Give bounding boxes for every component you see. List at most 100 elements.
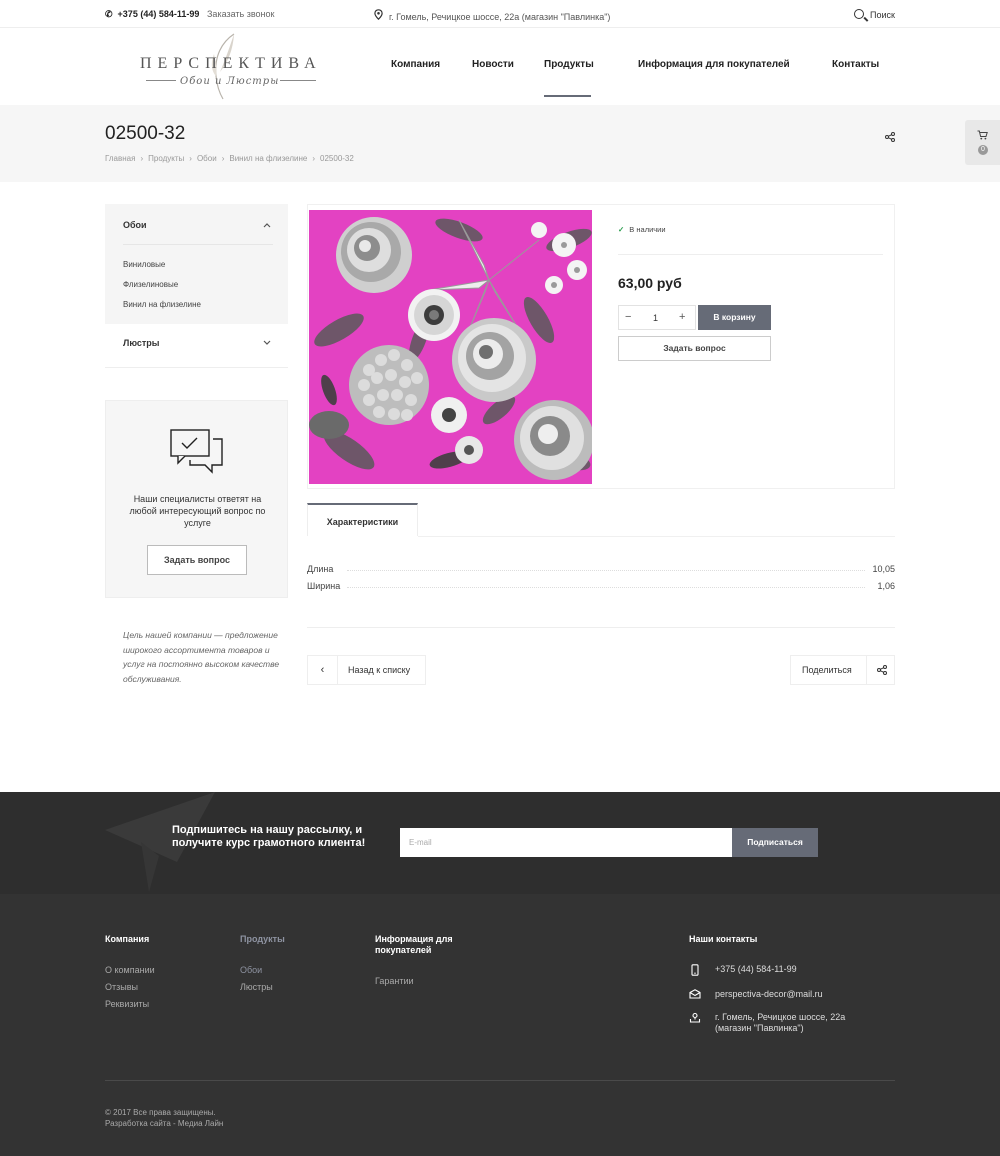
footer-link[interactable]: Реквизиты <box>105 999 149 1009</box>
tab-characteristics[interactable]: Характеристики <box>307 503 418 536</box>
footer-heading[interactable]: Продукты <box>240 934 285 945</box>
site-logo[interactable]: ПЕРСПЕКТИВА Обои и Люстры <box>140 32 322 102</box>
callback-link[interactable]: Заказать звонок <box>207 9 274 19</box>
newsletter-section: Подпишитесь на нашу рассылку, и получите… <box>0 792 1000 894</box>
divider <box>105 1080 895 1081</box>
ask-product-question-button[interactable]: Задать вопрос <box>618 336 771 361</box>
sidebar-item-non-woven[interactable]: Флизелиновые <box>123 280 178 289</box>
breadcrumb-vinyl[interactable]: Винил на флизелине <box>229 154 307 163</box>
logo-sub-text: Обои и Люстры <box>180 76 280 87</box>
sidebar-category-wallpaper: Обои Виниловые Флизелиновые Винил на фли… <box>105 204 288 324</box>
divider <box>307 627 895 628</box>
copyright-text: © 2017 Все права защищены. <box>105 1108 216 1117</box>
nav-products[interactable]: Продукты <box>544 59 594 70</box>
breadcrumb-separator: › <box>189 154 192 163</box>
breadcrumb-products[interactable]: Продукты <box>148 154 184 163</box>
footer-link[interactable]: Обои <box>240 965 262 975</box>
map-pin-icon <box>689 1012 701 1023</box>
quantity-decrease-button[interactable]: − <box>625 311 631 323</box>
footer-heading[interactable]: Информация для покупателей <box>375 934 475 956</box>
chevron-down-icon[interactable] <box>263 338 271 348</box>
divider <box>123 244 273 245</box>
footer-link[interactable]: О компании <box>105 965 155 975</box>
stock-status: ✓ В наличии <box>618 225 666 234</box>
product-properties: Длина 10,05 Ширина 1,06 <box>307 562 895 596</box>
page-title: 02500-32 <box>105 123 186 144</box>
contact-email-text[interactable]: perspectiva-decor@mail.ru <box>715 989 875 1000</box>
chat-bubbles-icon <box>170 429 223 474</box>
search-icon <box>854 9 864 19</box>
top-address: г. Гомель, Речицкое шоссе, 22а (магазин … <box>374 9 610 23</box>
product-card: ✓ В наличии 63,00 руб − 1 + В корзину Зад… <box>307 204 895 489</box>
property-value: 1,06 <box>873 581 895 591</box>
developer-link[interactable]: Разработка сайта - Медиа Лайн <box>105 1118 223 1129</box>
quantity-input[interactable]: 1 <box>653 313 658 323</box>
sidebar-item-vinyl-non-woven[interactable]: Винил на флизелине <box>123 300 201 309</box>
phone-icon: ✆ <box>105 9 113 19</box>
footer: Компания О компании Отзывы Реквизиты Про… <box>0 894 1000 1156</box>
sidebar-category-title[interactable]: Обои <box>123 220 147 230</box>
top-phone-text[interactable]: +375 (44) 584-11-99 <box>118 9 200 19</box>
breadcrumb-current: 02500-32 <box>320 154 354 163</box>
company-mission: Цель нашей компании — предложение широко… <box>123 630 280 684</box>
ask-question-text: Наши специалисты ответят на любой интере… <box>129 494 266 528</box>
nav-buyer-info[interactable]: Информация для покупателей <box>638 59 790 70</box>
footer-heading: Наши контакты <box>689 934 758 944</box>
product-image[interactable] <box>309 210 592 484</box>
footer-link[interactable]: Гарантии <box>375 976 414 986</box>
quantity-stepper: − 1 + <box>618 305 696 330</box>
top-bar: ✆ +375 (44) 584-11-99 Заказать звонок г. … <box>0 0 1000 28</box>
contact-phone-text[interactable]: +375 (44) 584-11-99 <box>715 964 875 975</box>
location-icon <box>374 9 383 23</box>
cart-icon <box>977 130 988 140</box>
back-to-list-label: Назад к списку <box>348 665 411 675</box>
divider <box>618 254 883 255</box>
sidebar-item-vinyl[interactable]: Виниловые <box>123 260 165 269</box>
top-address-text: г. Гомель, Речицкое шоссе, 22а (магазин … <box>389 12 611 22</box>
add-to-cart-button[interactable]: В корзину <box>698 305 771 330</box>
ask-question-button[interactable]: Задать вопрос <box>147 545 247 575</box>
back-to-list-button[interactable]: ‹ Назад к списку <box>307 655 426 685</box>
footer-link[interactable]: Отзывы <box>105 982 138 992</box>
side-cart[interactable]: 0 <box>965 120 1000 165</box>
share-button[interactable]: Поделиться <box>790 655 895 685</box>
footer-link[interactable]: Люстры <box>240 982 273 992</box>
quantity-increase-button[interactable]: + <box>679 311 685 323</box>
breadcrumb-separator: › <box>221 154 225 163</box>
email-field[interactable]: E-mail <box>400 828 733 857</box>
top-phone[interactable]: ✆ +375 (44) 584-11-99 <box>105 9 199 20</box>
contact-address-text: г. Гомель, Речицкое шоссе, 22а (магазин … <box>715 1012 846 1033</box>
logo-main-text: ПЕРСПЕКТИВА <box>140 55 322 72</box>
chevron-up-icon[interactable] <box>263 220 271 230</box>
cart-count-badge: 0 <box>978 145 988 155</box>
search-button[interactable]: Поиск <box>854 8 895 20</box>
sidebar-category-chandeliers[interactable]: Люстры <box>105 324 288 368</box>
mobile-phone-icon <box>691 964 699 976</box>
share-icon <box>866 656 895 684</box>
property-value: 10,05 <box>868 564 895 574</box>
sidebar-category-title[interactable]: Люстры <box>123 338 159 348</box>
subscribe-button[interactable]: Подписаться <box>732 828 818 857</box>
breadcrumb: Главная › Продукты › Обои › Винил на флизелине… <box>105 154 354 163</box>
nav-news[interactable]: Новости <box>472 59 514 70</box>
logo-divider-right <box>280 80 316 81</box>
nav-company[interactable]: Компания <box>391 59 440 70</box>
property-name: Длина <box>307 564 338 574</box>
check-icon: ✓ <box>618 225 625 234</box>
property-row: Длина 10,05 <box>307 562 895 579</box>
breadcrumb-separator: › <box>140 154 144 163</box>
nav-contacts[interactable]: Контакты <box>832 59 879 70</box>
dotted-leader <box>347 570 865 571</box>
dotted-leader <box>347 587 865 588</box>
breadcrumb-home[interactable]: Главная <box>105 154 135 163</box>
logo-divider-left <box>146 80 176 81</box>
stock-status-text: В наличии <box>629 225 666 234</box>
copyright: © 2017 Все права защищены. Разработка са… <box>105 1107 223 1129</box>
breadcrumb-wallpaper[interactable]: Обои <box>197 154 217 163</box>
newsletter-text: Подпишитесь на нашу рассылку, и получите… <box>172 824 366 849</box>
footer-heading[interactable]: Компания <box>105 934 149 945</box>
share-label: Поделиться <box>802 665 852 675</box>
breadcrumb-separator: › <box>312 154 316 163</box>
divider <box>418 536 895 537</box>
share-icon[interactable] <box>885 129 895 147</box>
